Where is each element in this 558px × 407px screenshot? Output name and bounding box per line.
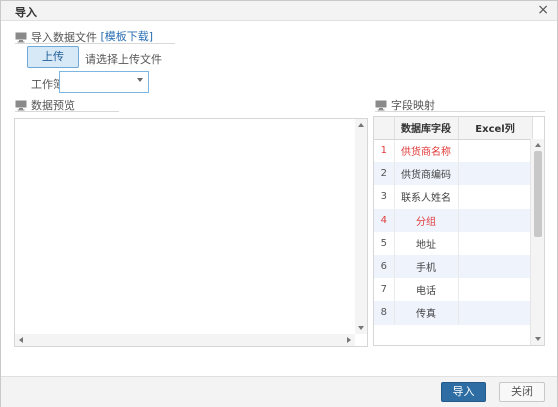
- db-field-column-header: 数据库字段: [394, 117, 459, 140]
- import-button[interactable]: 导入: [441, 382, 486, 402]
- scroll-up-icon[interactable]: [535, 143, 541, 147]
- excel-column-cell[interactable]: [458, 301, 533, 325]
- table-row[interactable]: 1 供货商名称: [374, 139, 533, 163]
- excel-column-cell[interactable]: [458, 208, 533, 232]
- scroll-up-icon[interactable]: [358, 123, 364, 127]
- db-field-cell: 分组: [394, 208, 459, 232]
- db-field-cell: 地址: [394, 231, 459, 255]
- dialog-footer: 导入 关闭: [1, 376, 557, 407]
- db-field-cell: 传真: [394, 301, 459, 325]
- upload-hint: 请选择上传文件: [85, 53, 162, 66]
- scrollbar-thumb[interactable]: [534, 151, 542, 237]
- section-divider: [15, 111, 119, 112]
- excel-column-cell[interactable]: [458, 231, 533, 255]
- preview-section-header: 数据预览: [15, 97, 75, 112]
- row-index: 8: [374, 301, 395, 325]
- row-index: 7: [374, 278, 395, 302]
- row-index: 4: [374, 208, 395, 232]
- db-field-cell: 供货商名称: [394, 139, 459, 163]
- table-header-row: 数据库字段 Excel列: [374, 117, 533, 140]
- monitor-icon: [15, 32, 27, 42]
- import-section-header: 导入数据文件 [模板下载]: [15, 28, 154, 44]
- index-column-header: [374, 117, 395, 140]
- excel-column-cell[interactable]: [458, 139, 533, 163]
- section-divider: [375, 111, 545, 112]
- field-mapping-table: 数据库字段 Excel列 1 供货商名称 2 供货商编码 3 联系人姓名 4 分…: [374, 117, 533, 325]
- table-row[interactable]: 4 分组: [374, 208, 533, 232]
- import-dialog: 导入 × 导入数据文件 [模板下载] 上传 请选择上传文件 工作簿 数据预览 字…: [0, 0, 558, 407]
- workbook-select[interactable]: [59, 71, 149, 93]
- monitor-icon: [15, 100, 27, 110]
- field-mapping-grid: 数据库字段 Excel列 1 供货商名称 2 供货商编码 3 联系人姓名 4 分…: [373, 116, 545, 346]
- db-field-cell: 联系人姓名: [394, 185, 459, 209]
- close-icon[interactable]: ×: [537, 2, 549, 18]
- preview-vertical-scrollbar[interactable]: [355, 119, 367, 334]
- scroll-down-icon[interactable]: [535, 337, 541, 341]
- table-row[interactable]: 8 传真: [374, 301, 533, 325]
- mapping-section-header: 字段映射: [375, 97, 435, 112]
- table-row[interactable]: 5 地址: [374, 231, 533, 255]
- table-row[interactable]: 6 手机: [374, 254, 533, 279]
- dialog-titlebar: 导入 ×: [1, 1, 557, 21]
- db-field-cell: 手机: [394, 254, 459, 279]
- excel-column-cell[interactable]: [458, 162, 533, 186]
- excel-column-cell[interactable]: [458, 278, 533, 302]
- upload-button[interactable]: 上传: [27, 46, 79, 68]
- monitor-icon: [375, 100, 387, 110]
- section-divider: [15, 43, 175, 44]
- data-preview-area[interactable]: [14, 118, 368, 347]
- row-index: 5: [374, 231, 395, 255]
- table-row[interactable]: 2 供货商编码: [374, 162, 533, 186]
- dialog-title: 导入: [15, 6, 37, 19]
- row-index: 2: [374, 162, 395, 186]
- table-row[interactable]: 7 电话: [374, 278, 533, 302]
- scroll-right-icon[interactable]: [347, 337, 351, 343]
- chevron-down-icon: [137, 78, 143, 82]
- excel-column-header: Excel列: [458, 117, 533, 140]
- row-index: 1: [374, 139, 395, 163]
- preview-horizontal-scrollbar[interactable]: [15, 334, 355, 346]
- excel-column-cell[interactable]: [458, 185, 533, 209]
- row-index: 6: [374, 254, 395, 279]
- scroll-left-icon[interactable]: [19, 337, 23, 343]
- template-download-link[interactable]: [模板下载]: [101, 30, 154, 43]
- close-button[interactable]: 关闭: [499, 382, 545, 402]
- table-row[interactable]: 3 联系人姓名: [374, 185, 533, 209]
- db-field-cell: 供货商编码: [394, 162, 459, 186]
- scroll-down-icon[interactable]: [358, 326, 364, 330]
- excel-column-cell[interactable]: [458, 254, 533, 279]
- db-field-cell: 电话: [394, 278, 459, 302]
- row-index: 3: [374, 185, 395, 209]
- mapping-vertical-scrollbar[interactable]: [530, 139, 544, 345]
